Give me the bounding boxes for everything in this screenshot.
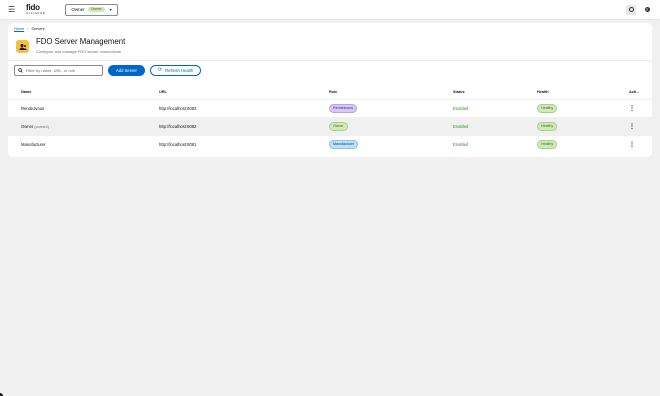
server-name: Rendezvous: [21, 106, 45, 111]
kebab-icon[interactable]: ⋮: [629, 123, 635, 130]
breadcrumb-home-link[interactable]: Home: [14, 27, 24, 31]
status-text: Enabled: [453, 124, 469, 129]
server-url: http://localhost:8082: [159, 124, 197, 129]
table-row[interactable]: Rendezvous http://localhost:8083 Rendezv…: [8, 99, 652, 117]
top-navbar: ☰ fido ALLIANCE Owner Owner ▾ ?: [0, 0, 660, 20]
health-badge: Healthy: [537, 140, 558, 149]
kebab-icon[interactable]: ⋮: [629, 105, 635, 112]
server-name: Owner (current): [21, 124, 49, 129]
health-badge: Healthy: [537, 104, 558, 113]
logo-sub: ALLIANCE: [26, 11, 46, 15]
servers-table: Name URL Role Status Health Acti... Rend…: [8, 85, 652, 153]
current-note: (current): [34, 125, 49, 129]
add-server-button[interactable]: Add Server: [108, 65, 145, 76]
role-badge: Rendezvous: [329, 104, 357, 113]
col-url[interactable]: URL: [159, 90, 167, 94]
hamburger-icon[interactable]: ☰: [8, 5, 18, 14]
context-selector[interactable]: Owner Owner ▾: [65, 3, 118, 16]
refresh-health-button[interactable]: ⟳ Refresh Health: [149, 65, 202, 76]
role-badge: Manufacturer: [329, 140, 359, 149]
status-text: Enabled: [453, 142, 469, 147]
health-badge: Healthy: [537, 122, 558, 131]
col-status[interactable]: Status: [453, 90, 465, 94]
refresh-icon: ⟳: [157, 67, 163, 73]
page-subtitle: Configure and manage FDO server connecti…: [36, 49, 121, 54]
server-url: http://localhost:8083: [159, 106, 197, 111]
col-actions: Acti...: [629, 90, 640, 94]
fido-logo: fido ALLIANCE: [26, 4, 45, 15]
gear-icon[interactable]: [626, 4, 636, 15]
chevron-down-icon: ▾: [109, 7, 112, 12]
col-role[interactable]: Role: [329, 90, 337, 94]
help-icon[interactable]: ?: [642, 5, 652, 15]
servers-card: Add Server ⟳ Refresh Health Name URL Rol…: [8, 60, 652, 157]
col-health[interactable]: Health: [537, 90, 549, 94]
users-icon: [16, 40, 29, 53]
table-header: Name URL Role Status Health Acti...: [8, 85, 652, 99]
table-row[interactable]: Manufacturer http://localhost:8081 Manuf…: [8, 135, 652, 153]
search-icon: [18, 68, 23, 73]
page-header-card: Home › Servers FDO Server Management Con…: [8, 23, 652, 60]
breadcrumb-separator: ›: [27, 27, 29, 31]
server-url: http://localhost:8081: [159, 142, 197, 147]
role-badge: Owner: [329, 122, 348, 131]
col-name[interactable]: Name: [21, 90, 31, 94]
kebab-icon[interactable]: ⋮: [629, 141, 635, 148]
breadcrumb: Home › Servers: [14, 27, 45, 31]
search-input[interactable]: [26, 68, 99, 73]
server-name: Manufacturer: [21, 142, 46, 147]
refresh-health-label: Refresh Health: [165, 68, 194, 73]
status-text: Enabled: [453, 106, 469, 111]
page-title: FDO Server Management: [36, 37, 126, 46]
context-label: Owner: [71, 7, 85, 12]
table-row[interactable]: Owner (current) http://localhost:8082 Ow…: [8, 117, 652, 135]
search-box: [14, 65, 103, 76]
context-badge: Owner: [87, 6, 105, 13]
breadcrumb-current: Servers: [31, 27, 45, 31]
toolbar: Add Server ⟳ Refresh Health: [14, 65, 202, 76]
